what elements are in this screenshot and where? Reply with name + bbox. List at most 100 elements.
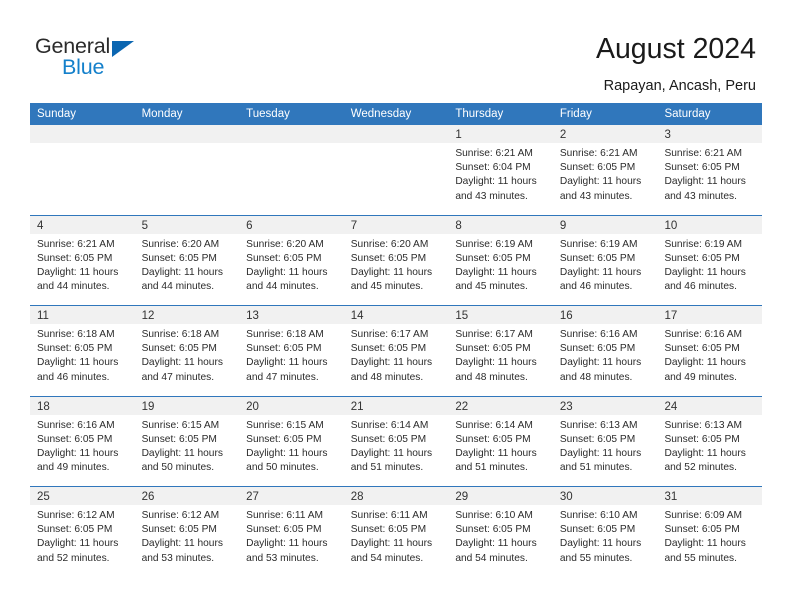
calendar-day-cell[interactable]: 3 Sunrise: 6:21 AM Sunset: 6:05 PM Dayli… — [657, 125, 763, 215]
calendar-day-cell[interactable]: 29 Sunrise: 6:10 AM Sunset: 6:05 PM Dayl… — [448, 487, 553, 577]
day-details — [344, 143, 449, 147]
calendar-day-cell[interactable]: 20 Sunrise: 6:15 AM Sunset: 6:05 PM Dayl… — [239, 396, 344, 486]
calendar-day-cell[interactable] — [30, 125, 135, 215]
daylight-text-line2: and 48 minutes. — [455, 371, 528, 383]
daylight-text-line2: and 45 minutes. — [350, 281, 424, 293]
daylight-text-line1: Daylight: 11 hours — [350, 447, 433, 459]
daylight-text-line1: Daylight: 11 hours — [141, 447, 223, 459]
calendar-day-cell[interactable]: 27 Sunrise: 6:11 AM Sunset: 6:05 PM Dayl… — [239, 487, 344, 577]
sunrise-text: Sunrise: 6:16 AM — [37, 419, 115, 431]
sunrise-text: Sunrise: 6:20 AM — [350, 238, 429, 250]
calendar-day-cell[interactable]: 9 Sunrise: 6:19 AM Sunset: 6:05 PM Dayli… — [552, 215, 658, 305]
sunset-text: Sunset: 6:05 PM — [37, 524, 113, 536]
sunset-text: Sunset: 6:05 PM — [455, 433, 531, 445]
calendar-day-cell[interactable]: 18 Sunrise: 6:16 AM Sunset: 6:05 PM Dayl… — [30, 396, 135, 486]
weekday-header-row: Sunday Monday Tuesday Wednesday Thursday… — [30, 103, 762, 125]
day-number: 6 — [246, 219, 253, 232]
day-details: Sunrise: 6:13 AM Sunset: 6:05 PM Dayligh… — [657, 415, 762, 476]
calendar-day-cell[interactable]: 5 Sunrise: 6:20 AM Sunset: 6:05 PM Dayli… — [134, 215, 240, 305]
calendar-day-cell[interactable]: 13 Sunrise: 6:18 AM Sunset: 6:05 PM Dayl… — [239, 306, 344, 396]
day-number-strip: 31 — [657, 487, 763, 505]
daylight-text-line2: and 51 minutes. — [350, 462, 424, 474]
day-number-strip: 22 — [448, 396, 553, 415]
daylight-text-line2: and 44 minutes. — [246, 281, 319, 293]
daylight-text-line1: Daylight: 11 hours — [37, 266, 119, 278]
daylight-text-line2: and 43 minutes. — [664, 190, 737, 202]
day-details: Sunrise: 6:11 AM Sunset: 6:05 PM Dayligh… — [239, 505, 344, 566]
calendar-day-cell[interactable]: 2 Sunrise: 6:21 AM Sunset: 6:05 PM Dayli… — [552, 125, 658, 215]
day-details: Sunrise: 6:17 AM Sunset: 6:05 PM Dayligh… — [448, 324, 553, 385]
calendar-day-cell[interactable]: 19 Sunrise: 6:15 AM Sunset: 6:05 PM Dayl… — [134, 396, 240, 486]
day-number: 31 — [664, 491, 678, 503]
sunrise-text: Sunrise: 6:21 AM — [664, 148, 743, 159]
sunset-text: Sunset: 6:05 PM — [350, 343, 427, 355]
day-number-strip: 28 — [343, 487, 449, 505]
calendar-day-cell[interactable]: 30 Sunrise: 6:10 AM Sunset: 6:05 PM Dayl… — [552, 487, 658, 577]
calendar-day-cell[interactable]: 7 Sunrise: 6:20 AM Sunset: 6:05 PM Dayli… — [343, 215, 449, 305]
calendar-day-cell[interactable]: 28 Sunrise: 6:11 AM Sunset: 6:05 PM Dayl… — [343, 487, 449, 577]
sunrise-text: Sunrise: 6:14 AM — [455, 419, 533, 431]
day-number-strip: 13 — [239, 306, 344, 324]
daylight-text-line2: and 52 minutes. — [37, 552, 110, 564]
calendar-day-cell[interactable]: 16 Sunrise: 6:16 AM Sunset: 6:05 PM Dayl… — [552, 306, 658, 396]
calendar-day-cell[interactable]: 31 Sunrise: 6:09 AM Sunset: 6:05 PM Dayl… — [657, 487, 763, 577]
sunset-text: Sunset: 6:05 PM — [141, 524, 217, 536]
calendar-day-cell[interactable]: 23 Sunrise: 6:13 AM Sunset: 6:05 PM Dayl… — [552, 396, 658, 486]
day-number-strip: 27 — [239, 487, 344, 505]
day-details: Sunrise: 6:19 AM Sunset: 6:05 PM Dayligh… — [657, 234, 762, 295]
calendar-day-cell[interactable]: 8 Sunrise: 6:19 AM Sunset: 6:05 PM Dayli… — [448, 215, 553, 305]
calendar-day-cell[interactable] — [343, 125, 449, 215]
calendar-day-cell[interactable]: 21 Sunrise: 6:14 AM Sunset: 6:05 PM Dayl… — [343, 396, 449, 486]
day-number: 8 — [455, 219, 462, 232]
sunset-text: Sunset: 6:05 PM — [246, 524, 322, 536]
day-details: Sunrise: 6:11 AM Sunset: 6:05 PM Dayligh… — [344, 505, 449, 566]
sunset-text: Sunset: 6:05 PM — [559, 524, 636, 536]
calendar-day-cell[interactable]: 12 Sunrise: 6:18 AM Sunset: 6:05 PM Dayl… — [134, 306, 240, 396]
day-details: Sunrise: 6:09 AM Sunset: 6:05 PM Dayligh… — [657, 505, 762, 566]
daylight-text-line1: Daylight: 11 hours — [559, 538, 642, 550]
sunset-text: Sunset: 6:05 PM — [664, 343, 740, 355]
day-details: Sunrise: 6:21 AM Sunset: 6:05 PM Dayligh… — [657, 143, 762, 204]
daylight-text-line1: Daylight: 11 hours — [350, 357, 433, 369]
sunset-text: Sunset: 6:05 PM — [559, 433, 636, 445]
day-details: Sunrise: 6:21 AM Sunset: 6:05 PM Dayligh… — [553, 143, 658, 204]
calendar-day-cell[interactable] — [239, 125, 344, 215]
calendar-day-cell[interactable]: 15 Sunrise: 6:17 AM Sunset: 6:05 PM Dayl… — [448, 306, 553, 396]
daylight-text-line2: and 45 minutes. — [455, 281, 528, 293]
day-number: 28 — [350, 491, 364, 503]
sunrise-text: Sunrise: 6:15 AM — [246, 419, 324, 431]
calendar-day-cell[interactable]: 24 Sunrise: 6:13 AM Sunset: 6:05 PM Dayl… — [657, 396, 763, 486]
calendar-day-cell[interactable]: 4 Sunrise: 6:21 AM Sunset: 6:05 PM Dayli… — [30, 215, 135, 305]
day-number-strip: 16 — [552, 306, 658, 324]
calendar-day-cell[interactable] — [134, 125, 240, 215]
generalblue-logo[interactable]: General Blue — [35, 35, 215, 84]
day-details: Sunrise: 6:14 AM Sunset: 6:05 PM Dayligh… — [344, 415, 449, 476]
sunrise-text: Sunrise: 6:13 AM — [559, 419, 638, 431]
day-number-strip: 12 — [134, 306, 240, 324]
day-number-strip: 25 — [30, 487, 135, 505]
day-number-strip: 1 — [448, 125, 553, 143]
sunrise-text: Sunrise: 6:11 AM — [246, 510, 323, 521]
day-details: Sunrise: 6:10 AM Sunset: 6:05 PM Dayligh… — [553, 505, 658, 566]
day-details: Sunrise: 6:16 AM Sunset: 6:05 PM Dayligh… — [657, 324, 762, 385]
daylight-text-line2: and 44 minutes. — [37, 281, 110, 293]
sunrise-text: Sunrise: 6:19 AM — [664, 238, 743, 250]
daylight-text-line2: and 44 minutes. — [141, 281, 215, 293]
calendar-week-row: 18 Sunrise: 6:16 AM Sunset: 6:05 PM Dayl… — [30, 395, 763, 486]
calendar-day-cell[interactable]: 1 Sunrise: 6:21 AM Sunset: 6:04 PM Dayli… — [448, 125, 553, 215]
calendar-day-cell[interactable]: 17 Sunrise: 6:16 AM Sunset: 6:05 PM Dayl… — [657, 306, 763, 396]
calendar-day-cell[interactable]: 6 Sunrise: 6:20 AM Sunset: 6:05 PM Dayli… — [239, 215, 344, 305]
sunset-text: Sunset: 6:05 PM — [664, 252, 740, 264]
day-details — [239, 143, 344, 147]
calendar-day-cell[interactable]: 25 Sunrise: 6:12 AM Sunset: 6:05 PM Dayl… — [30, 487, 135, 577]
calendar-day-cell[interactable]: 10 Sunrise: 6:19 AM Sunset: 6:05 PM Dayl… — [657, 215, 763, 305]
day-details: Sunrise: 6:12 AM Sunset: 6:05 PM Dayligh… — [30, 505, 135, 566]
calendar-day-cell[interactable]: 11 Sunrise: 6:18 AM Sunset: 6:05 PM Dayl… — [30, 306, 135, 396]
calendar-day-cell[interactable]: 26 Sunrise: 6:12 AM Sunset: 6:05 PM Dayl… — [134, 487, 240, 577]
sunset-text: Sunset: 6:05 PM — [141, 433, 217, 445]
calendar-day-cell[interactable]: 22 Sunrise: 6:14 AM Sunset: 6:05 PM Dayl… — [448, 396, 553, 486]
sunset-text: Sunset: 6:05 PM — [455, 524, 531, 536]
daylight-text-line2: and 55 minutes. — [559, 552, 633, 564]
page-subtitle-location: Rapayan, Ancash, Peru — [603, 78, 756, 94]
calendar-day-cell[interactable]: 14 Sunrise: 6:17 AM Sunset: 6:05 PM Dayl… — [343, 306, 449, 396]
